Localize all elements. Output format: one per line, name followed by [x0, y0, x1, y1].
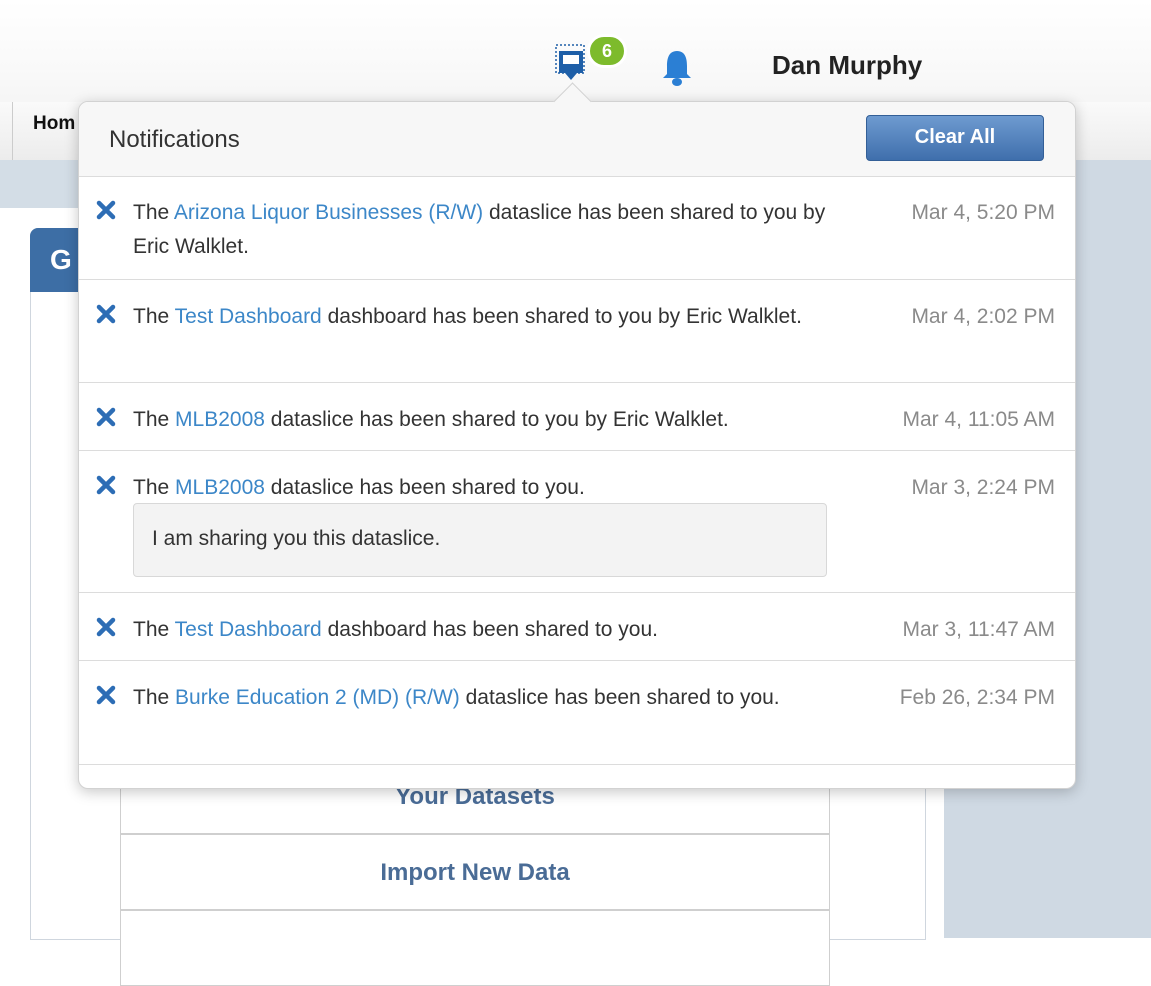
clear-all-button[interactable]: Clear All	[866, 115, 1044, 161]
notification-text: The Burke Education 2 (MD) (R/W) datasli…	[133, 686, 780, 709]
notification-link[interactable]: Test Dashboard	[175, 618, 322, 641]
user-name[interactable]: Dan Murphy	[772, 50, 922, 81]
notification-item: The Test Dashboard dashboard has been sh…	[79, 280, 1075, 383]
messages-count-badge: 6	[587, 34, 627, 68]
notification-time: Mar 4, 11:05 AM	[902, 408, 1055, 431]
notifications-popover: Notifications Clear All The Arizona Liqu…	[78, 101, 1076, 789]
notification-link[interactable]: Burke Education 2 (MD) (R/W)	[175, 686, 460, 709]
notification-link[interactable]: MLB2008	[175, 408, 265, 431]
dismiss-icon[interactable]	[96, 407, 116, 427]
dismiss-icon[interactable]	[96, 617, 116, 637]
bell-icon[interactable]	[660, 48, 694, 88]
inbox-icon[interactable]	[555, 42, 589, 86]
notification-time: Feb 26, 2:34 PM	[899, 686, 1055, 709]
notification-text: The Arizona Liquor Businesses (R/W) data…	[133, 201, 826, 258]
notification-time: Mar 4, 5:20 PM	[911, 201, 1055, 224]
notification-item: The MLB2008 dataslice has been shared to…	[79, 383, 1075, 451]
dismiss-icon[interactable]	[96, 200, 116, 220]
dismiss-icon[interactable]	[96, 475, 116, 495]
notification-link[interactable]: Test Dashboard	[175, 305, 322, 328]
dismiss-icon[interactable]	[96, 685, 116, 705]
notification-time: Mar 3, 11:47 AM	[902, 618, 1055, 641]
notification-text: The Test Dashboard dashboard has been sh…	[133, 618, 658, 641]
nav-home-link[interactable]: Hom	[12, 102, 75, 160]
notification-item: The Burke Education 2 (MD) (R/W) datasli…	[79, 661, 1075, 765]
notification-link[interactable]: MLB2008	[175, 476, 265, 499]
card-link-row[interactable]	[120, 910, 830, 986]
notification-item: The Test Dashboard dashboard has been sh…	[79, 593, 1075, 661]
dismiss-icon[interactable]	[96, 304, 116, 324]
notification-text: The MLB2008 dataslice has been shared to…	[133, 408, 729, 431]
card-tab: G	[30, 228, 80, 292]
import-new-data-link[interactable]: Import New Data	[120, 834, 830, 910]
notification-item: The Arizona Liquor Businesses (R/W) data…	[79, 176, 1075, 280]
notification-item: The MLB2008 dataslice has been shared to…	[79, 451, 1075, 593]
popover-title: Notifications	[109, 126, 240, 153]
notification-time: Mar 4, 2:02 PM	[911, 305, 1055, 328]
notification-text: The MLB2008 dataslice has been shared to…	[133, 476, 585, 499]
notification-time: Mar 3, 2:24 PM	[911, 476, 1055, 499]
notification-link[interactable]: Arizona Liquor Businesses (R/W)	[174, 201, 483, 224]
notification-message: I am sharing you this dataslice.	[133, 503, 827, 577]
notification-text: The Test Dashboard dashboard has been sh…	[133, 305, 802, 328]
